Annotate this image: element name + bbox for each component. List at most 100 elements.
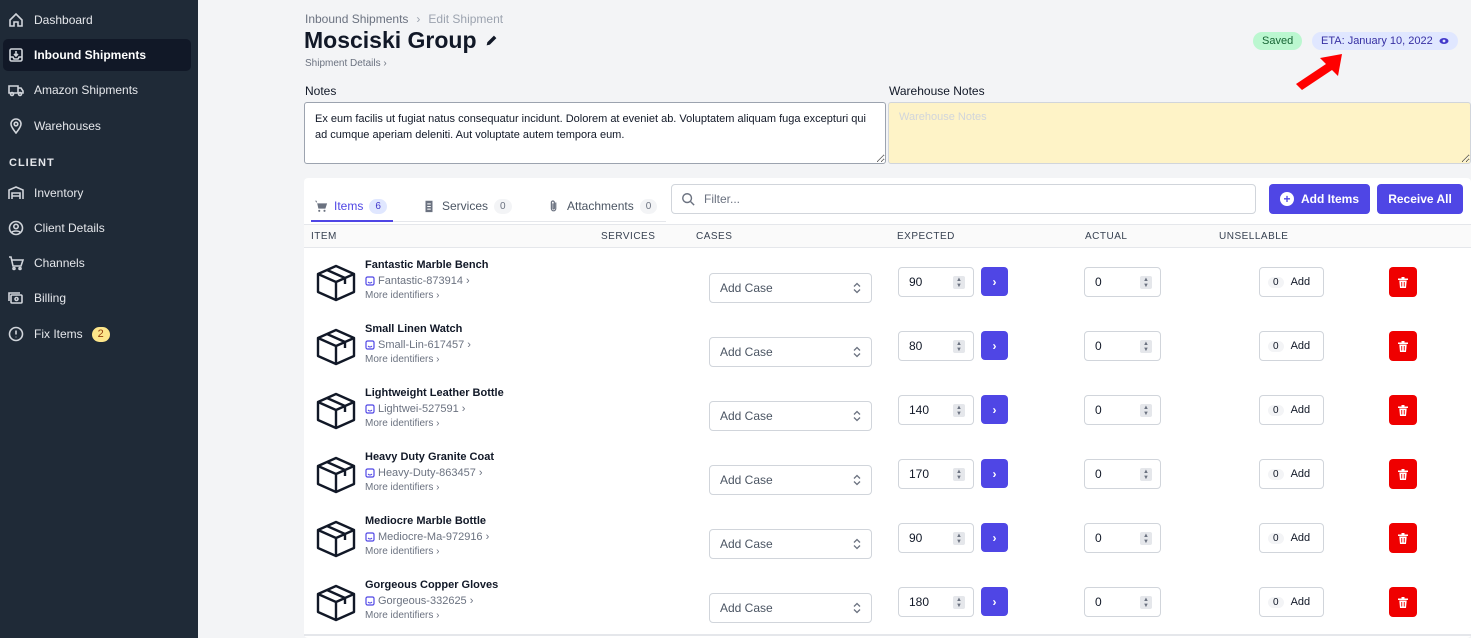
pencil-icon[interactable]: [485, 34, 498, 47]
unsellable-add-button[interactable]: 0 Add: [1259, 395, 1324, 425]
apply-expected-button[interactable]: ›: [981, 395, 1008, 424]
item-sku[interactable]: Lightwei-527591 ›: [365, 403, 465, 415]
item-sku[interactable]: Heavy-Duty-863457 ›: [365, 467, 483, 479]
expected-quantity-input[interactable]: 90 ▲ ▼: [898, 523, 974, 553]
breadcrumb-inbound-shipments[interactable]: Inbound Shipments: [305, 12, 408, 26]
item-name[interactable]: Lightweight Leather Bottle: [365, 387, 504, 399]
unsellable-add-button[interactable]: 0 Add: [1259, 459, 1324, 489]
apply-expected-button[interactable]: ›: [981, 331, 1008, 360]
chevron-right-icon: ›: [992, 594, 997, 609]
more-identifiers-link[interactable]: More identifiers ›: [365, 290, 439, 301]
actual-quantity-input[interactable]: 0 ▲ ▼: [1084, 587, 1161, 617]
more-identifiers-link[interactable]: More identifiers ›: [365, 354, 439, 365]
actual-quantity-input[interactable]: 0 ▲ ▼: [1084, 459, 1161, 489]
actual-quantity-input[interactable]: 0 ▲ ▼: [1084, 331, 1161, 361]
unsellable-count-badge: 0: [1268, 276, 1284, 288]
actual-quantity-input[interactable]: 0 ▲ ▼: [1084, 395, 1161, 425]
sidebar-item-billing[interactable]: Billing: [3, 282, 191, 314]
apply-expected-button[interactable]: ›: [981, 587, 1008, 616]
add-case-select[interactable]: Add Case: [709, 401, 872, 431]
item-name[interactable]: Heavy Duty Granite Coat: [365, 451, 494, 463]
unsellable-add-button[interactable]: 0 Add: [1259, 267, 1324, 297]
quantity-stepper[interactable]: ▲ ▼: [953, 404, 965, 417]
notes-label: Notes: [305, 84, 337, 98]
breadcrumb: Inbound Shipments › Edit Shipment: [305, 12, 503, 26]
quantity-stepper[interactable]: ▲ ▼: [1140, 532, 1152, 545]
more-identifiers-link[interactable]: More identifiers ›: [365, 418, 439, 429]
item-sku[interactable]: Small-Lin-617457 ›: [365, 339, 471, 351]
quantity-stepper[interactable]: ▲ ▼: [953, 340, 965, 353]
amazon-icon: [365, 468, 375, 478]
quantity-stepper[interactable]: ▲ ▼: [953, 468, 965, 481]
notes-textarea[interactable]: Ex eum facilis ut fugiat natus consequat…: [304, 102, 886, 164]
expected-quantity-input[interactable]: 180 ▲ ▼: [898, 587, 974, 617]
item-sku[interactable]: Mediocre-Ma-972916 ›: [365, 531, 489, 543]
apply-expected-button[interactable]: ›: [981, 523, 1008, 552]
delete-row-button[interactable]: [1389, 395, 1417, 425]
add-case-select[interactable]: Add Case: [709, 337, 872, 367]
tab-items[interactable]: Items 6: [314, 192, 387, 220]
expected-quantity-input[interactable]: 80 ▲ ▼: [898, 331, 974, 361]
quantity-stepper[interactable]: ▲ ▼: [1140, 596, 1152, 609]
add-case-select[interactable]: Add Case: [709, 529, 872, 559]
tab-attachments[interactable]: Attachments 0: [547, 192, 658, 220]
item-name[interactable]: Mediocre Marble Bottle: [365, 515, 486, 527]
item-name[interactable]: Small Linen Watch: [365, 323, 462, 335]
more-identifiers-link[interactable]: More identifiers ›: [365, 546, 439, 557]
apply-expected-button[interactable]: ›: [981, 459, 1008, 488]
unsellable-add-button[interactable]: 0 Add: [1259, 587, 1324, 617]
expected-quantity-input[interactable]: 140 ▲ ▼: [898, 395, 974, 425]
actual-quantity-input[interactable]: 0 ▲ ▼: [1084, 267, 1161, 297]
unsellable-add-button[interactable]: 0 Add: [1259, 331, 1324, 361]
sidebar-item-fix-items[interactable]: Fix Items 2: [3, 318, 191, 350]
expected-quantity-input[interactable]: 90 ▲ ▼: [898, 267, 974, 297]
receive-all-button[interactable]: Receive All: [1377, 184, 1463, 214]
expected-quantity-input[interactable]: 170 ▲ ▼: [898, 459, 974, 489]
eta-badge[interactable]: ETA: January 10, 2022: [1312, 32, 1458, 50]
quantity-stepper[interactable]: ▲ ▼: [1140, 340, 1152, 353]
item-sku[interactable]: Gorgeous-332625 ›: [365, 595, 473, 607]
filter-input[interactable]: [671, 184, 1256, 214]
quantity-stepper[interactable]: ▲ ▼: [953, 276, 965, 289]
trash-icon: [1398, 596, 1408, 608]
package-box-icon: [316, 456, 356, 494]
item-name[interactable]: Gorgeous Copper Gloves: [365, 579, 498, 591]
saved-status-badge: Saved: [1253, 32, 1303, 50]
tab-services[interactable]: Services 0: [422, 192, 512, 220]
item-name[interactable]: Fantastic Marble Bench: [365, 259, 488, 271]
delete-row-button[interactable]: [1389, 267, 1417, 297]
apply-expected-button[interactable]: ›: [981, 267, 1008, 296]
unsellable-add-label: Add: [1290, 596, 1311, 608]
sidebar-item-inbound-shipments[interactable]: Inbound Shipments: [3, 39, 191, 71]
item-sku[interactable]: Fantastic-873914 ›: [365, 275, 470, 287]
delete-row-button[interactable]: [1389, 523, 1417, 553]
warehouse-notes-textarea[interactable]: [888, 102, 1471, 164]
add-case-select[interactable]: Add Case: [709, 593, 872, 623]
add-case-select[interactable]: Add Case: [709, 273, 872, 303]
sidebar-item-warehouses[interactable]: Warehouses: [3, 110, 191, 142]
shipment-details-link[interactable]: Shipment Details ›: [305, 58, 387, 69]
unsellable-add-button[interactable]: 0 Add: [1259, 523, 1324, 553]
unsellable-count-badge: 0: [1268, 532, 1284, 544]
delete-row-button[interactable]: [1389, 331, 1417, 361]
more-identifiers-link[interactable]: More identifiers ›: [365, 482, 439, 493]
sidebar-item-channels[interactable]: Channels: [3, 247, 191, 279]
delete-row-button[interactable]: [1389, 459, 1417, 489]
add-case-select[interactable]: Add Case: [709, 465, 872, 495]
quantity-stepper[interactable]: ▲ ▼: [1140, 276, 1152, 289]
actual-quantity-input[interactable]: 0 ▲ ▼: [1084, 523, 1161, 553]
sidebar-item-dashboard[interactable]: Dashboard: [3, 4, 191, 36]
quantity-stepper[interactable]: ▲ ▼: [953, 532, 965, 545]
sidebar-item-client-details[interactable]: Client Details: [3, 212, 191, 244]
quantity-stepper[interactable]: ▲ ▼: [953, 596, 965, 609]
delete-row-button[interactable]: [1389, 587, 1417, 617]
quantity-stepper[interactable]: ▲ ▼: [1140, 404, 1152, 417]
sidebar-item-inventory[interactable]: Inventory: [3, 177, 191, 209]
add-items-button[interactable]: + Add Items: [1269, 184, 1370, 214]
more-identifiers-link[interactable]: More identifiers ›: [365, 610, 439, 621]
table-row: Lightweight Leather Bottle Lightwei-5275…: [304, 378, 1471, 442]
item-sku-text: Fantastic-873914: [378, 275, 463, 287]
sidebar-item-amazon-shipments[interactable]: Amazon Shipments: [3, 74, 191, 106]
quantity-stepper[interactable]: ▲ ▼: [1140, 468, 1152, 481]
eye-icon[interactable]: [1439, 37, 1449, 45]
